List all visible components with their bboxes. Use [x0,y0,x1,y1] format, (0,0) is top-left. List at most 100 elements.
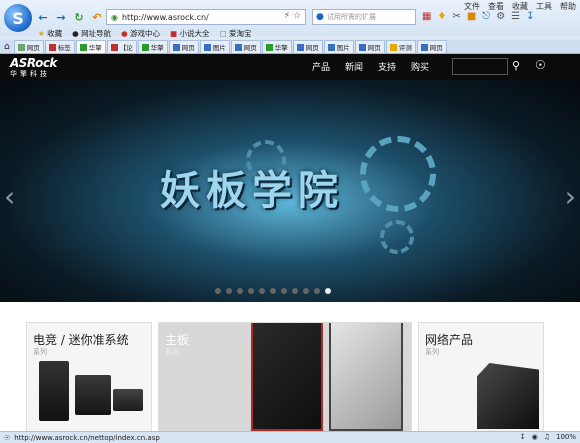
download-status-icon[interactable]: ↧ [520,433,526,441]
carousel-dot[interactable] [270,288,276,294]
tab[interactable]: 网页 [168,40,199,53]
search-icon[interactable]: ⚲ [512,59,520,72]
forward-icon[interactable]: → [54,10,68,24]
nav-products[interactable]: 产品 [312,60,330,73]
site-search-input[interactable] [452,58,508,75]
favorites-item[interactable]: ★ 收藏 [38,28,62,39]
tab[interactable]: 【论 [106,40,137,53]
status-bar: ☉ http://www.asrock.cn/nettop/index.cn.a… [0,431,580,443]
chevron-right-icon[interactable]: › [565,180,576,213]
tab[interactable]: 网页 [416,40,447,53]
card-subtitle: 系列 [425,348,439,356]
tab[interactable]: 华擎 [261,40,292,53]
tab-favicon-icon [203,43,211,51]
carousel-dot[interactable] [215,288,221,294]
address-bar[interactable]: ◉ http://www.asrock.cn/ ⚡ ☆ [106,9,306,25]
card-title: 电竞 / 迷你准系统 [33,333,129,347]
carousel-dot[interactable] [292,288,298,294]
star-icon[interactable]: ⚡ ☆ [284,11,301,21]
tab[interactable]: 华擎 [137,40,168,53]
shield-icon: ◉ [111,12,118,22]
refresh-icon[interactable]: ↻ [72,10,86,24]
favorites-item[interactable]: ● 游戏中心 [121,28,160,39]
carousel-dot[interactable] [314,288,320,294]
tab[interactable]: 图片 [199,40,230,53]
favorites-bar: ★ 收藏 ● 网址导航 ● 游戏中心 ■ 小说大全 □ 爱淘宝 [0,26,580,40]
search-placeholder: 试用所需的扩展 [327,13,376,21]
carousel-dot[interactable] [248,288,254,294]
coupon-icon[interactable]: ♦ [437,11,446,22]
toolbar-icons: ▦ ♦ ✂ ■ ⎋ ⚙ ☰ ↧ [422,11,535,22]
tab[interactable]: 网页 [354,40,385,53]
logo-brand: ASRock [10,56,57,70]
status-url: http://www.asrock.cn/nettop/index.cn.asp [14,433,160,442]
tab-favicon-icon [327,43,335,51]
cut-icon[interactable]: ✂ [452,11,460,22]
status-tools: ↧ ◉ ♫ 100% [520,433,576,441]
tab-favicon-icon [265,43,273,51]
home-icon[interactable]: ⌂ [4,42,10,52]
favorites-item[interactable]: ■ 小说大全 [170,28,209,39]
download-icon[interactable]: ↧ [526,11,534,22]
tab[interactable]: 标签 [44,40,75,53]
nav-news[interactable]: 新闻 [345,60,363,73]
navigation-buttons: ← → ↻ ↶ [36,10,104,24]
search-input[interactable]: ● 试用所需的扩展 [312,9,416,25]
hero-banner[interactable]: 妖板学院 ‹ › [0,80,580,302]
tab[interactable]: 网页 [13,40,44,53]
tab[interactable]: 网页 [292,40,323,53]
tab-favicon-icon [141,43,149,51]
undo-icon[interactable]: ↶ [90,10,104,24]
tab-favicon-icon [420,43,428,51]
settings-icon[interactable]: ⚙ [496,11,505,22]
product-card-network[interactable]: 网络产品 系列 [418,322,544,431]
nav-buy[interactable]: 购买 [411,60,429,73]
product-card-motherboard[interactable]: 主板 系列 [158,322,412,431]
tab[interactable]: 图片 [323,40,354,53]
favorites-item[interactable]: □ 爱淘宝 [219,28,251,39]
wallet-icon[interactable]: ■ [467,11,476,22]
product-section: 电竞 / 迷你准系统 系列 主板 系列 网络产品 系列 [0,302,580,431]
speaker-icon[interactable]: ♫ [544,433,550,441]
carousel-dot[interactable] [281,288,287,294]
gear-decoration [380,220,414,254]
motherboard-image [251,323,323,431]
gear-decoration [360,136,436,212]
carousel-dots [215,288,331,294]
favorites-item[interactable]: ● 网址导航 [72,28,111,39]
carousel-dot[interactable] [259,288,265,294]
search-engine-icon: ● [316,12,324,22]
product-card-gaming[interactable]: 电竞 / 迷你准系统 系列 [26,322,152,431]
tab-favicon-icon [389,43,397,51]
tab[interactable]: 评测 [385,40,416,53]
key-icon[interactable]: ⎋ [482,11,490,22]
tab-favicon-icon [358,43,366,51]
logo-subtitle: 华擎科技 [10,70,50,78]
back-icon[interactable]: ← [36,10,50,24]
tab-active[interactable]: 华擎 [75,40,106,53]
menu-help[interactable]: 帮助 [560,1,576,12]
tab-favicon-icon [79,43,87,51]
nav-support[interactable]: 支持 [378,60,396,73]
site-logo[interactable]: ASRock 华擎科技 [10,56,57,79]
carousel-dot[interactable] [226,288,232,294]
site-header: ASRock 华擎科技 产品 新闻 支持 购买 ⚲ ☉ [0,54,580,80]
card-subtitle: 系列 [165,348,179,356]
translate-icon[interactable]: ▦ [422,11,431,22]
tab-favicon-icon [234,43,242,51]
carousel-dot[interactable] [303,288,309,294]
mini-pc-image [113,389,143,411]
carousel-dot[interactable] [325,288,331,294]
mini-pc-image [75,375,111,415]
menu-tools[interactable]: 工具 [536,1,552,12]
carousel-dot[interactable] [237,288,243,294]
camera-icon[interactable]: ◉ [532,433,538,441]
tab[interactable]: 网页 [230,40,261,53]
card-title: 主板 [165,333,190,347]
menu-icon[interactable]: ☰ [511,11,520,22]
banner-title: 妖板学院 [160,167,344,214]
chevron-left-icon[interactable]: ‹ [4,180,15,213]
tab-favicon-icon [296,43,304,51]
globe-icon[interactable]: ☉ [535,58,546,72]
zoom-level[interactable]: 100% [556,433,576,441]
